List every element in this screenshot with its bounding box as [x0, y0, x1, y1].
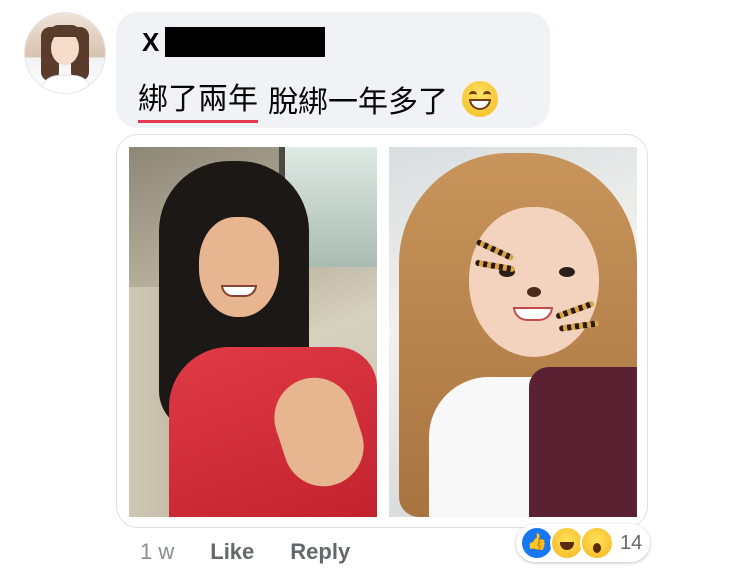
- photo-right[interactable]: [389, 147, 637, 517]
- comment-author[interactable]: X: [142, 27, 326, 58]
- reaction-count: 14: [620, 531, 643, 554]
- comment-text-rest: 脫綁一年多了: [268, 84, 448, 120]
- like-reaction-icon: 👍: [520, 526, 554, 560]
- comment-text-underlined: 綁了兩年: [138, 74, 258, 123]
- commenter-avatar[interactable]: [24, 12, 106, 94]
- comment-timestamp[interactable]: 1 w: [140, 539, 174, 565]
- redacted-name-bar: [165, 27, 326, 57]
- photo-attachment: [116, 134, 648, 528]
- comment-text: 綁了兩年 脫綁一年多了: [138, 74, 498, 123]
- author-name[interactable]: X: [142, 27, 159, 58]
- comment-bubble: X 綁了兩年 脫綁一年多了: [116, 12, 550, 128]
- reply-button[interactable]: Reply: [290, 539, 350, 565]
- wow-reaction-icon: [580, 526, 614, 560]
- like-button[interactable]: Like: [210, 539, 254, 565]
- comment-actions: 1 w Like Reply: [140, 534, 350, 570]
- reactions-summary[interactable]: 👍 14: [516, 524, 651, 562]
- photo-left[interactable]: [129, 147, 377, 517]
- grinning-emoji-icon: [462, 80, 498, 117]
- haha-reaction-icon: [550, 526, 584, 560]
